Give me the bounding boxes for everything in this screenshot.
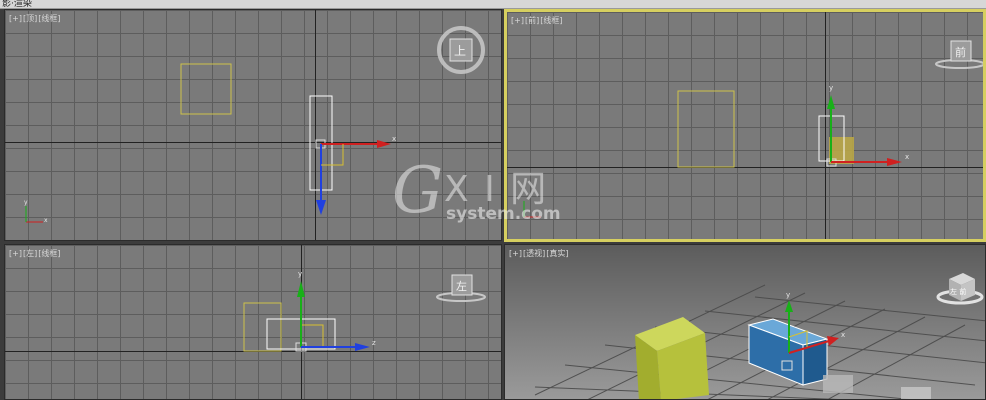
gizmo-y-arrow — [827, 95, 835, 109]
gizmo-x-arrow — [377, 140, 391, 148]
grey-box-far — [901, 387, 931, 399]
gizmo-y-label: y — [829, 84, 833, 92]
viewcube-label: 左 — [456, 280, 467, 293]
gizmo-x-arrow — [887, 158, 902, 166]
yellow-box-outline — [180, 63, 232, 115]
gizmo-z-label: z — [372, 339, 376, 347]
viewcube-label: 上 — [454, 44, 466, 58]
gizmo-x-label: x — [905, 153, 909, 161]
gizmo-y-label: y — [298, 270, 302, 278]
viewport-front[interactable]: [+][前][线框] x y 前 — [504, 9, 986, 242]
viewcube-label: 前 — [955, 45, 966, 59]
front-viewport-scene: x y 前 — [523, 40, 983, 218]
gizmo-z-arrow — [355, 343, 370, 351]
top-viewport-scene: x 上 x y — [24, 26, 485, 224]
viewport-perspective[interactable]: [+][透视][真实] y x 左 前 — [504, 244, 986, 400]
mini-axis-y-label: y — [24, 199, 28, 206]
gizmo-x-label: x — [841, 331, 845, 339]
gizmo-plane-handle — [301, 324, 324, 347]
grey-box-small — [823, 375, 853, 393]
mini-axis-x-label: x — [44, 217, 48, 224]
viewport-title-strip: 影·渲染 — [0, 0, 986, 9]
yellow-gizmo-plane — [829, 137, 854, 164]
viewport-left[interactable]: [+][左][线框] z y 左 — [4, 244, 502, 400]
viewcube-label: 左 前 — [950, 287, 966, 296]
viewport-top[interactable]: [+][顶][线框] x 上 x y — [4, 9, 502, 241]
perspective-viewport-scene: y x 左 前 — [534, 273, 985, 399]
window-title: 影·渲染 — [2, 0, 32, 9]
yellow-box-outline — [677, 90, 735, 168]
gizmo-z-arrow — [316, 200, 326, 215]
gizmo-y-arrow — [297, 281, 305, 297]
gizmo-y-label: y — [786, 291, 790, 299]
left-viewport-scene: z y 左 — [243, 270, 486, 352]
gizmo-x-label: x — [392, 135, 396, 143]
yellow-box-outline — [243, 302, 282, 352]
gizmo-x-arrow — [827, 336, 839, 346]
